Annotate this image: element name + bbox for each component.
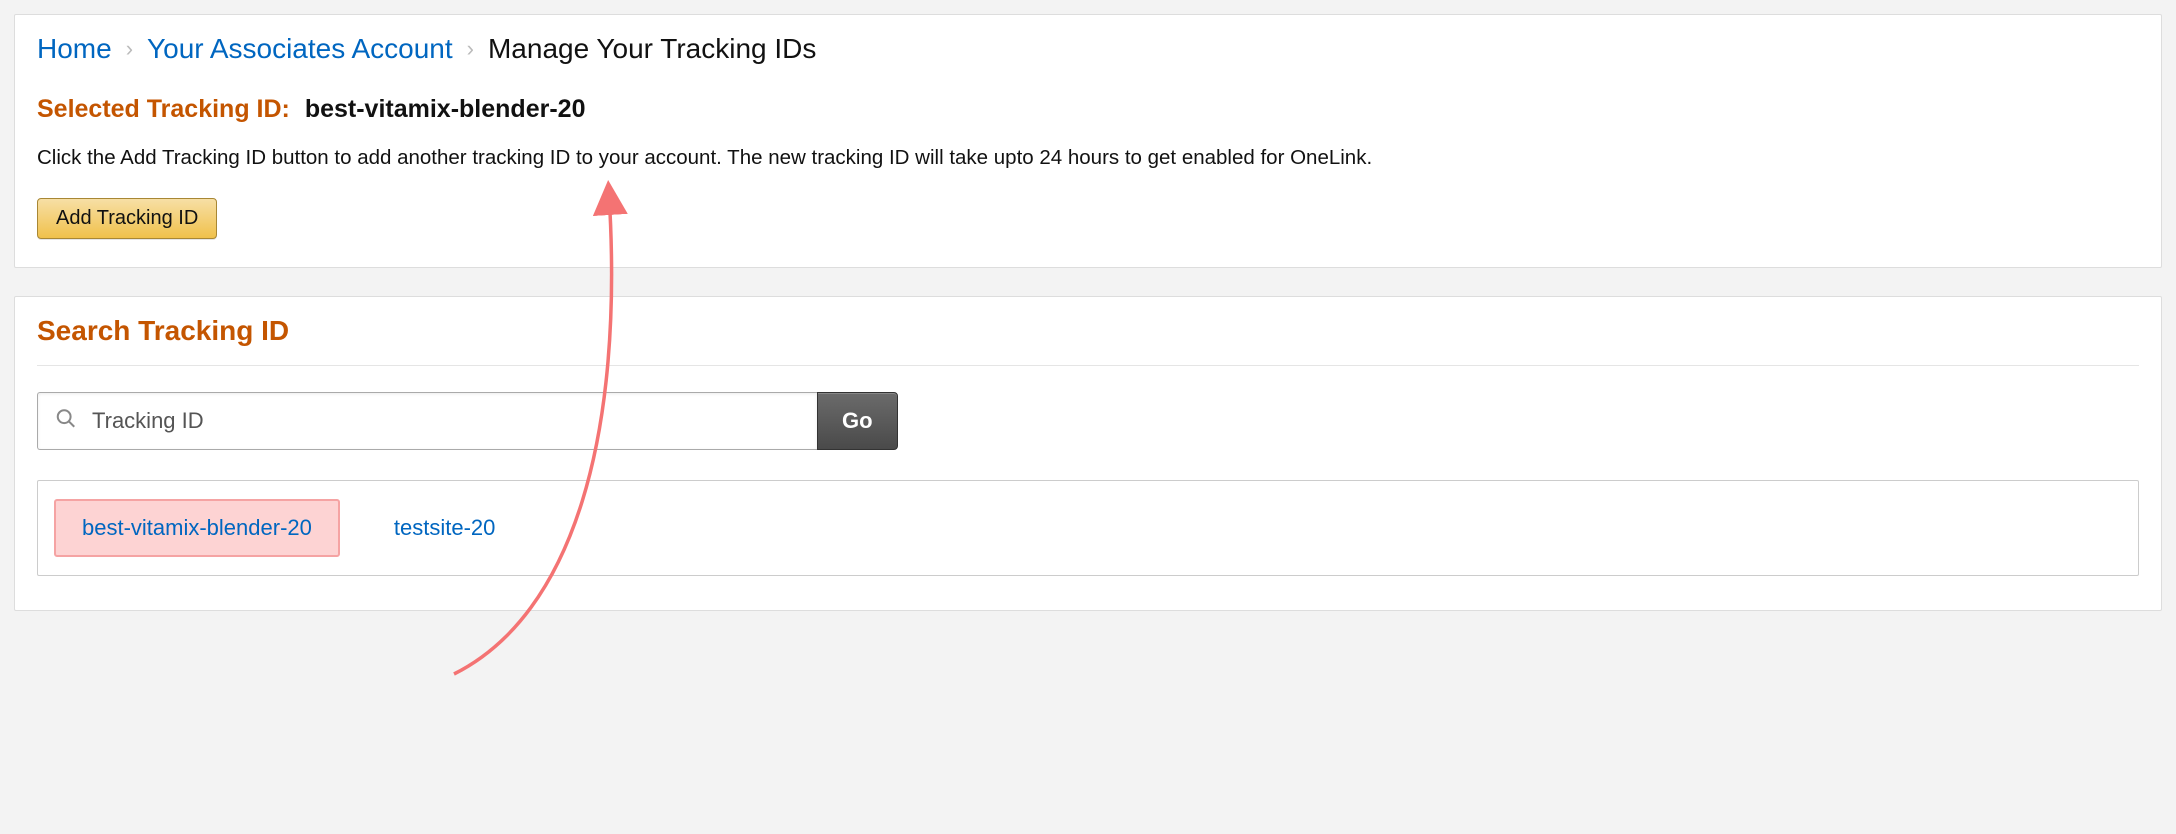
tracking-id-item[interactable]: testsite-20 xyxy=(368,501,522,555)
breadcrumb: Home › Your Associates Account › Manage … xyxy=(37,33,2139,65)
breadcrumb-home-link[interactable]: Home xyxy=(37,33,112,65)
tracking-id-item-highlighted[interactable]: best-vitamix-blender-20 xyxy=(54,499,340,557)
selected-tracking-id-value: best-vitamix-blender-20 xyxy=(305,95,586,123)
add-tracking-id-button[interactable]: Add Tracking ID xyxy=(37,198,217,239)
search-icon xyxy=(55,408,77,435)
selected-tracking-id-label: Selected Tracking ID: xyxy=(37,95,290,123)
selected-tracking-id-line: Selected Tracking ID: best-vitamix-blend… xyxy=(37,95,2139,124)
breadcrumb-separator-icon: › xyxy=(126,36,133,62)
help-text: Click the Add Tracking ID button to add … xyxy=(37,146,2139,170)
tracking-id-search-input[interactable] xyxy=(37,392,817,450)
tracking-id-header-card: Home › Your Associates Account › Manage … xyxy=(14,14,2162,268)
tracking-id-results: best-vitamix-blender-20 testsite-20 xyxy=(37,480,2139,576)
search-tracking-id-card: Search Tracking ID Go best-vitamix-blend… xyxy=(14,296,2162,611)
breadcrumb-account-link[interactable]: Your Associates Account xyxy=(147,33,453,65)
go-button[interactable]: Go xyxy=(817,392,898,450)
search-row: Go xyxy=(37,392,2139,450)
breadcrumb-separator-icon: › xyxy=(467,36,474,62)
search-section-title: Search Tracking ID xyxy=(37,315,2139,366)
breadcrumb-current: Manage Your Tracking IDs xyxy=(488,33,816,65)
